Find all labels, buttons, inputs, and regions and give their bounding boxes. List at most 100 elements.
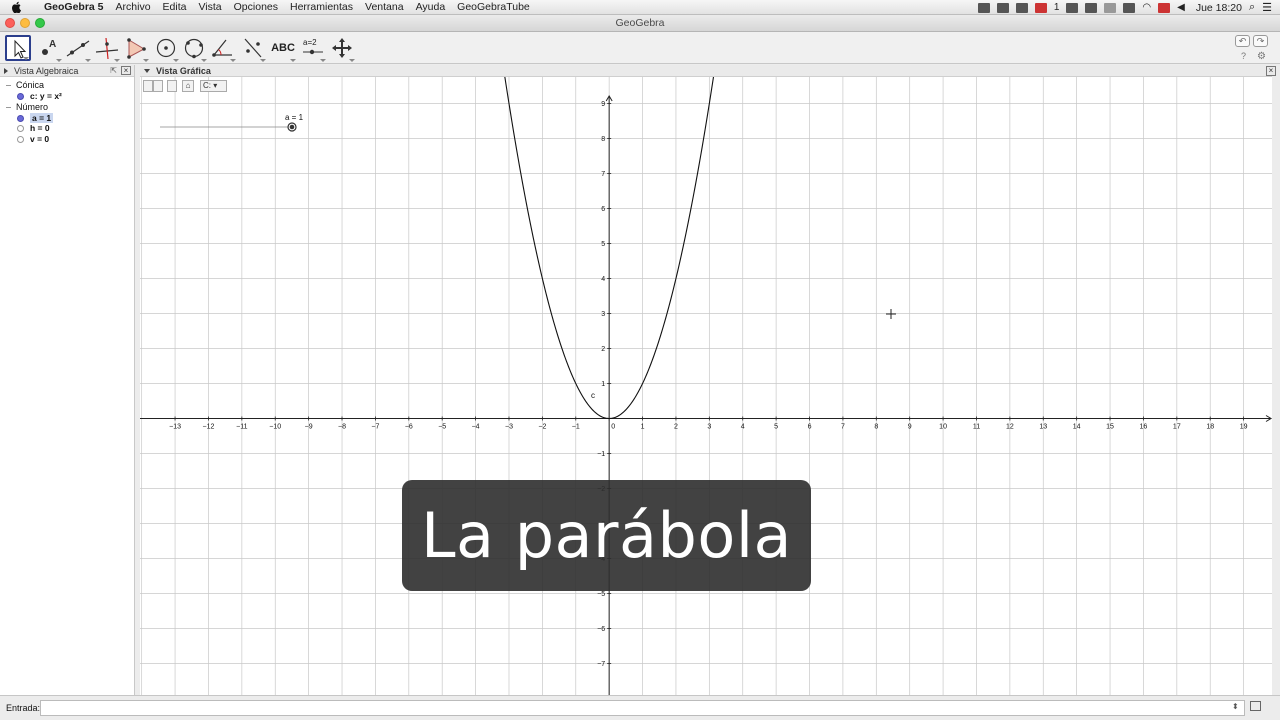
x-tick-label: −9	[305, 424, 313, 431]
y-tick-label: 2	[601, 346, 605, 353]
conic-tool-button[interactable]	[181, 35, 207, 62]
text-tool-label: ABC	[271, 42, 295, 54]
menu-edita[interactable]: Edita	[157, 0, 193, 14]
redo-button[interactable]: ↷	[1253, 35, 1268, 47]
angle-tool-button[interactable]	[210, 35, 236, 62]
visibility-toggle[interactable]	[17, 135, 24, 143]
move-tool-button[interactable]	[5, 35, 31, 61]
graphics-view: −13 −12 −11 −10 −9 −8 −7 −6 −5 −4 −3 −2 −1 0 1 2 3 4 5 6 7 8 9…	[140, 65, 1276, 695]
gear-icon[interactable]: ⚙	[1257, 51, 1266, 62]
y-tick-label: −5	[597, 591, 605, 598]
visibility-toggle[interactable]	[17, 125, 24, 132]
polygon-tool-button[interactable]	[123, 35, 149, 62]
close-graphics-view-button[interactable]: ×	[1266, 66, 1276, 76]
algebra-group-conica[interactable]: Cónica	[0, 80, 134, 91]
collapse-triangle-icon[interactable]	[144, 68, 150, 73]
mail-count: 1	[1053, 2, 1060, 13]
x-tick-label: 8	[874, 424, 878, 431]
screenshot-icon[interactable]	[1066, 2, 1079, 13]
y-tick-label: 9	[601, 101, 605, 108]
home-icon[interactable]: ⌂	[182, 80, 194, 92]
input-history-arrows[interactable]: ⬍	[1232, 702, 1239, 711]
reflect-tool-button[interactable]	[240, 35, 266, 62]
slider-tool-button[interactable]: a=2	[300, 35, 326, 62]
algebra-item-c[interactable]: c: y = x²	[0, 91, 134, 102]
menu-archivo[interactable]: Archivo	[110, 0, 157, 14]
reflect-line-icon	[244, 38, 262, 58]
screen-share-icon[interactable]	[977, 2, 990, 13]
algebra-view-header[interactable]: Vista Algebraica ⇱ ×	[0, 65, 134, 77]
collapse-triangle-icon[interactable]	[4, 67, 8, 74]
visibility-toggle[interactable]	[17, 114, 24, 122]
x-tick-label: −5	[438, 424, 446, 431]
menu-geogebratube[interactable]: GeoGebraTube	[451, 0, 536, 14]
graphics-view-title: Vista Gráfica	[156, 65, 211, 76]
spotlight-icon[interactable]: ⌕	[1249, 1, 1255, 14]
bluetooth-icon[interactable]	[1085, 2, 1098, 13]
x-tick-label: −13	[169, 424, 181, 431]
circle-tool-button[interactable]	[153, 35, 179, 62]
polygon-icon	[127, 38, 146, 59]
svg-text:A: A	[49, 39, 56, 50]
menu-ayuda[interactable]: Ayuda	[410, 0, 452, 14]
toggle-grid-button[interactable]	[153, 80, 163, 92]
graphics-view-header[interactable]: Vista Gráfica	[140, 65, 1272, 77]
input-bar: Entrada: ⬍	[0, 695, 1280, 720]
y-tick-label: 3	[601, 311, 605, 318]
point-capture-select[interactable]: C: ▾	[200, 80, 227, 92]
perpendicular-tool-button[interactable]	[94, 35, 120, 62]
toggle-axes-button[interactable]	[143, 80, 153, 92]
window-title: GeoGebra	[615, 17, 665, 29]
y-tick-label: −7	[597, 661, 605, 668]
point-tool-button[interactable]: A	[36, 35, 62, 62]
settings-icon[interactable]	[1123, 2, 1136, 13]
close-algebra-view-button[interactable]: ×	[121, 66, 131, 75]
x-tick-label: 2	[674, 424, 678, 431]
x-tick-label: −7	[371, 424, 379, 431]
wifi-icon[interactable]: ◠	[1142, 2, 1151, 13]
volume-icon[interactable]: ◀	[1177, 2, 1185, 13]
input-field[interactable]	[40, 700, 1245, 716]
time-machine-icon[interactable]	[1104, 2, 1117, 13]
menu-vista[interactable]: Vista	[192, 0, 227, 14]
toggle-split-button[interactable]	[167, 80, 177, 92]
x-tick-label: 19	[1240, 424, 1248, 431]
mac-menubar: GeoGebra 5 Archivo Edita Vista Opciones …	[0, 0, 1280, 15]
menu-app-name[interactable]: GeoGebra 5	[38, 0, 110, 14]
y-tick-label: 8	[601, 136, 605, 143]
move-view-tool-button[interactable]	[329, 35, 355, 62]
x-tick-label: 10	[939, 424, 947, 431]
algebra-item-v[interactable]: v = 0	[0, 134, 134, 145]
line-tool-button[interactable]	[65, 35, 91, 62]
menu-ventana[interactable]: Ventana	[359, 0, 410, 14]
slider-tool-label: a=2	[303, 38, 317, 47]
x-tick-label: −8	[338, 424, 346, 431]
menu-opciones[interactable]: Opciones	[228, 0, 284, 14]
y-tick-label: 5	[601, 241, 605, 248]
help-button[interactable]: ?	[1241, 51, 1246, 61]
y-tick-label: 4	[601, 276, 605, 283]
flag-icon[interactable]	[1158, 2, 1171, 13]
clipboard-icon[interactable]	[1015, 2, 1028, 13]
undock-icon[interactable]: ⇱	[110, 66, 117, 75]
algebra-item-a[interactable]: a = 1	[0, 112, 134, 124]
dropbox-icon[interactable]	[996, 2, 1009, 13]
toolbar: A ABC a=2 ↶ ↷ ? ⚙	[0, 32, 1280, 64]
menu-herramientas[interactable]: Herramientas	[284, 0, 359, 14]
keyboard-icon[interactable]	[1250, 701, 1261, 711]
x-tick-label: 12	[1006, 424, 1014, 431]
x-tick-label: 4	[741, 424, 745, 431]
graphics-canvas[interactable]: −13 −12 −11 −10 −9 −8 −7 −6 −5 −4 −3 −2 −1 0 1 2 3 4 5 6 7 8 9…	[140, 65, 1272, 695]
mail-icon[interactable]	[1034, 2, 1047, 13]
x-tick-label: 13	[1039, 424, 1047, 431]
algebra-group-numero[interactable]: Número	[0, 102, 134, 113]
text-tool-button[interactable]: ABC	[270, 35, 296, 62]
apple-icon[interactable]	[12, 1, 28, 13]
notification-list-icon[interactable]: ☰	[1262, 1, 1272, 14]
undo-button[interactable]: ↶	[1235, 35, 1250, 47]
visibility-toggle[interactable]	[17, 93, 24, 100]
clock[interactable]: Jue 18:20	[1196, 2, 1242, 14]
perpendicular-icon	[95, 37, 119, 60]
algebra-view: Vista Algebraica ⇱ × Cónica c: y = x² Nú…	[0, 65, 135, 695]
algebra-item-h[interactable]: h = 0	[0, 123, 134, 134]
